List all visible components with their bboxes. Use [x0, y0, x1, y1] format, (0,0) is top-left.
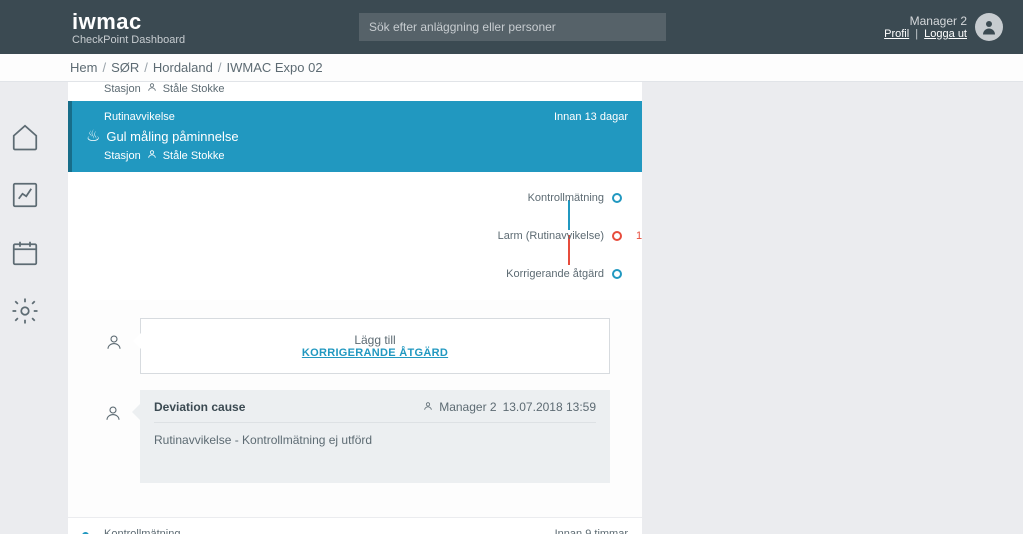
item-due: Innan 9 timmar — [555, 528, 628, 534]
person-icon — [147, 149, 157, 162]
main-column: Stasjon Ståle Stokke Rutinavvikelse Inna… — [68, 82, 642, 534]
task-assignee: Ståle Stokke — [163, 83, 225, 95]
cause-box: Deviation cause Manager 2 13.07.2018 13:… — [140, 390, 610, 483]
timeline-dot-icon — [612, 269, 622, 279]
person-icon — [980, 18, 998, 36]
cause-author: Manager 2 — [439, 400, 496, 414]
breadcrumb-hem[interactable]: Hem — [70, 60, 97, 75]
timeline-time: 13:59 — [636, 230, 642, 242]
task-title-row: ♨ Gul måling påminnelse — [86, 126, 628, 146]
user-name: Manager 2 — [884, 14, 967, 28]
item-category: Kontrollmätning — [104, 528, 180, 534]
search-box — [359, 13, 666, 41]
heat-icon: ♨ — [86, 126, 100, 146]
calendar-icon — [10, 238, 40, 268]
timeline: Kontrollmätning Larm (Rutinavvikelse) 13… — [88, 188, 622, 284]
person-icon — [105, 333, 123, 351]
avatar[interactable] — [975, 13, 1003, 41]
sidebar — [0, 82, 50, 534]
search-input[interactable] — [359, 13, 666, 41]
logo: iwmac — [72, 9, 185, 35]
timeline-step-2: Larm (Rutinavvikelse) 13:59 — [498, 226, 622, 246]
nav-calendar[interactable] — [10, 238, 40, 268]
user-text: Manager 2 Profil | Logga ut — [884, 14, 967, 40]
logo-group: iwmac CheckPoint Dashboard — [72, 9, 185, 46]
task-assignee: Ståle Stokke — [163, 150, 225, 162]
person-icon — [423, 400, 433, 414]
task-card-selected[interactable]: Rutinavvikelse Innan 13 dagar ♨ Gul måli… — [68, 101, 642, 172]
cause-body: Rutinavvikelse - Kontrollmätning ej utfö… — [154, 422, 596, 473]
action-link[interactable]: KORRIGERANDE ÅTGÄRD — [155, 347, 595, 359]
person-icon — [104, 404, 122, 422]
cause-timestamp: 13.07.2018 13:59 — [503, 400, 596, 414]
home-icon — [10, 122, 40, 152]
add-action-box[interactable]: Lägg till KORRIGERANDE ÅTGÄRD — [140, 318, 610, 374]
app-header: iwmac CheckPoint Dashboard Manager 2 Pro… — [0, 0, 1023, 54]
breadcrumb-hordaland[interactable]: Hordaland — [153, 60, 213, 75]
cause-header: Deviation cause Manager 2 13.07.2018 13:… — [154, 400, 596, 414]
user-links: Profil | Logga ut — [884, 28, 967, 40]
task-row-partial[interactable]: Stasjon Ståle Stokke — [68, 82, 642, 101]
nav-reports[interactable] — [10, 180, 40, 210]
logout-link[interactable]: Logga ut — [924, 28, 967, 40]
timeline-step-3: Korrigerande åtgärd — [506, 264, 622, 284]
dashboard-subtitle: CheckPoint Dashboard — [72, 34, 185, 46]
cause-meta: Manager 2 13.07.2018 13:59 — [423, 400, 596, 414]
timeline-panel: Kontrollmätning Larm (Rutinavvikelse) 13… — [68, 172, 642, 300]
user-block: Manager 2 Profil | Logga ut — [884, 13, 1003, 41]
task-location: Stasjon — [104, 83, 141, 95]
action-line1: Lägg till — [155, 333, 595, 347]
timeline-step-1: Kontrollmätning — [528, 188, 622, 208]
gear-icon — [10, 296, 40, 326]
task-category: Rutinavvikelse — [104, 111, 175, 123]
task-location: Stasjon — [104, 150, 141, 162]
cause-heading: Deviation cause — [154, 400, 245, 414]
chart-icon — [10, 180, 40, 210]
task-title: Gul måling påminnelse — [106, 129, 238, 144]
timeline-dot-icon — [612, 193, 622, 203]
nav-home[interactable] — [10, 122, 40, 152]
user-sep: | — [915, 28, 918, 40]
task-due: Innan 13 dagar — [554, 111, 628, 123]
detail-panel: Lägg till KORRIGERANDE ÅTGÄRD Deviation … — [68, 300, 642, 501]
timeline-dot-alarm-icon — [612, 231, 622, 241]
breadcrumb: Hem/ SØR/ Hordaland/ IWMAC Expo 02 — [0, 54, 1023, 82]
nav-settings[interactable] — [10, 296, 40, 326]
list-item[interactable]: Kontrollmätning Innan 9 timmar Obligator… — [68, 517, 642, 534]
breadcrumb-sor[interactable]: SØR — [111, 60, 139, 75]
profile-link[interactable]: Profil — [884, 28, 909, 40]
breadcrumb-current[interactable]: IWMAC Expo 02 — [227, 60, 323, 75]
person-icon — [147, 82, 157, 95]
